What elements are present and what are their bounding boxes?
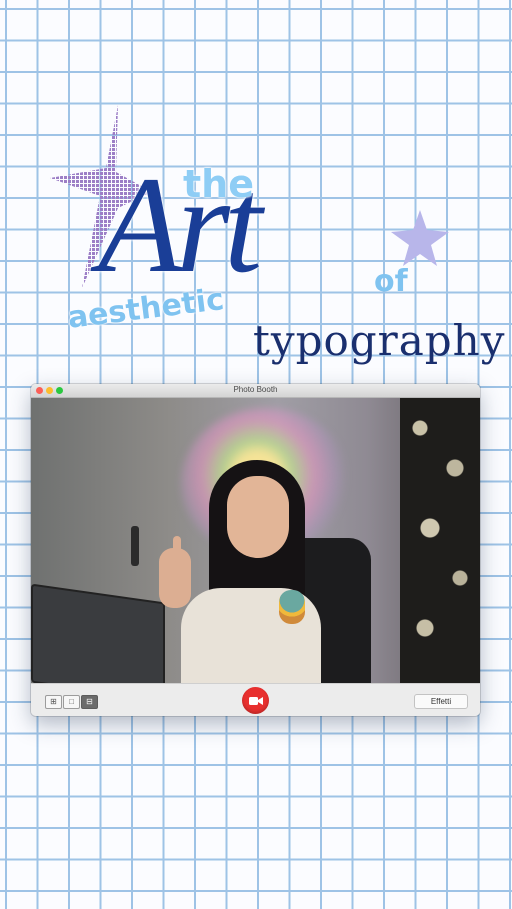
photo-booth-window: Photo Booth ⊞ □ ⊟ Effetti — [31, 384, 480, 716]
window-titlebar[interactable]: Photo Booth — [31, 384, 480, 398]
plush-toy — [279, 590, 305, 624]
tablet-device — [31, 583, 165, 683]
lavender-star-icon — [391, 210, 449, 266]
title-the-word: the — [183, 162, 254, 206]
video-view-button[interactable]: ⊟ — [81, 695, 98, 709]
record-button[interactable] — [242, 687, 269, 714]
title-artwork: Art the of aesthetic typography — [0, 0, 512, 380]
four-up-view-button[interactable]: ⊞ — [45, 695, 62, 709]
effects-button[interactable]: Effetti — [414, 694, 468, 709]
desk-lamp — [131, 526, 139, 566]
floral-curtain — [400, 398, 480, 683]
title-typography-word: typography — [253, 316, 506, 365]
pointing-finger — [173, 536, 181, 562]
person-face — [227, 476, 289, 558]
title-of-word: of — [374, 264, 408, 299]
four-up-icon: ⊞ — [50, 697, 57, 706]
video-mode-icon: ⊟ — [86, 697, 93, 706]
single-photo-icon: □ — [69, 697, 74, 706]
video-camera-icon — [248, 696, 263, 705]
photo-booth-toolbar: ⊞ □ ⊟ Effetti — [31, 683, 480, 716]
single-photo-view-button[interactable]: □ — [63, 695, 80, 709]
window-title: Photo Booth — [233, 385, 278, 394]
camera-preview — [31, 398, 480, 683]
